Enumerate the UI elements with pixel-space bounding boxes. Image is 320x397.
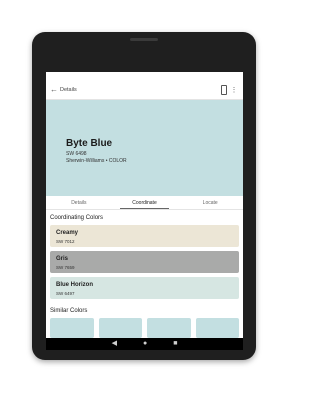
color-brand: Sherwin-Williams • COLOR	[66, 158, 127, 164]
nav-recents-icon[interactable]: ■	[173, 338, 177, 350]
color-card-blue-horizon[interactable]: Blue Horizon SW 6497	[50, 277, 239, 299]
similar-colors-heading: Similar Colors	[50, 308, 88, 314]
color-name: Byte Blue	[66, 138, 113, 149]
similar-swatch[interactable]	[50, 318, 94, 338]
similar-swatch[interactable]	[147, 318, 191, 338]
arrow-left-icon[interactable]: ←	[50, 85, 60, 94]
status-bar	[46, 72, 243, 80]
color-card-name: Creamy	[56, 230, 79, 236]
more-vert-icon[interactable]: ⋮	[229, 86, 239, 94]
color-card-name: Gris	[56, 256, 69, 262]
color-card-name: Blue Horizon	[56, 282, 93, 288]
color-card-gris[interactable]: Gris SW 7659	[50, 251, 239, 273]
phone-icon[interactable]	[219, 84, 229, 96]
color-card-code: SW 7659	[56, 265, 75, 270]
color-card-code: SW 6497	[56, 291, 75, 296]
app-bar: ← Details ⋮	[46, 80, 243, 100]
tab-coordinate[interactable]: Coordinate	[112, 196, 178, 209]
similar-swatch[interactable]	[98, 318, 142, 338]
page-title: Details	[60, 86, 77, 93]
tab-locate[interactable]: Locate	[177, 196, 243, 209]
tab-details[interactable]: Details	[46, 196, 112, 209]
tab-bar: Details Coordinate Locate	[46, 196, 243, 210]
tablet-device: ← Details ⋮ Byte Blue SW 6498 Sherwin-Wi…	[32, 32, 256, 360]
nav-back-icon[interactable]: ◀	[112, 338, 117, 350]
color-code: SW 6498	[66, 151, 87, 157]
coordinating-colors-heading: Coordinating Colors	[50, 215, 104, 221]
color-hero: Byte Blue SW 6498 Sherwin-Williams • COL…	[46, 100, 243, 196]
similar-swatch[interactable]	[195, 318, 239, 338]
app-screen: ← Details ⋮ Byte Blue SW 6498 Sherwin-Wi…	[46, 72, 243, 350]
color-card-code: SW 7012	[56, 239, 75, 244]
system-nav-bar: ◀ ● ■	[46, 338, 243, 350]
nav-home-icon[interactable]: ●	[143, 338, 147, 350]
color-card-creamy[interactable]: Creamy SW 7012	[50, 225, 239, 247]
tablet-speaker	[130, 38, 158, 41]
similar-colors-row	[46, 318, 243, 338]
